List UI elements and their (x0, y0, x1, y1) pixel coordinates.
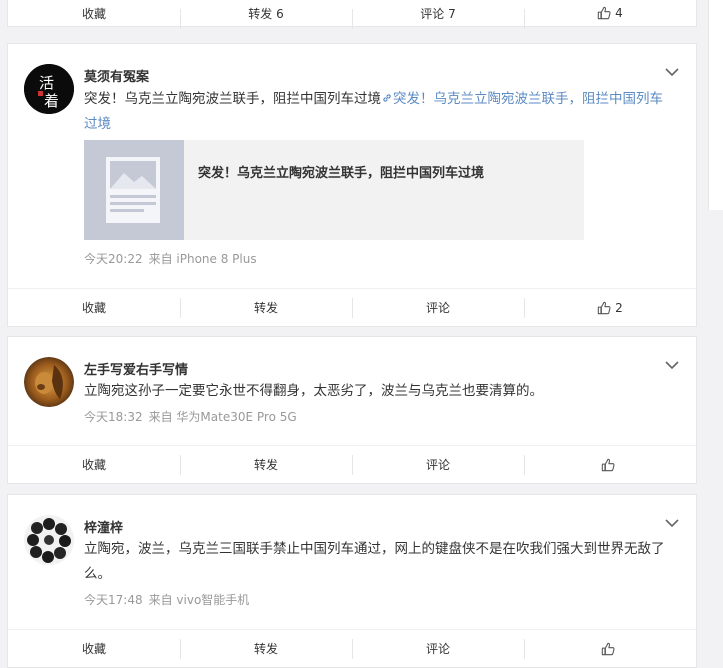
comment-button[interactable]: 评论 (352, 630, 524, 667)
repost-button[interactable]: 转发 (180, 630, 352, 667)
action-bar: 收藏 转发 6 评论 7 4 (8, 0, 696, 29)
avatar-lion-image (24, 357, 74, 407)
document-placeholder-icon (106, 157, 160, 223)
share-card-title: 突发！乌克兰立陶宛波兰联手，阻拦中国列车过境 (198, 166, 485, 181)
post-source: 来自 华为Mate30E Pro 5G (148, 410, 297, 424)
thumbs-up-icon (597, 6, 611, 20)
share-card[interactable]: 突发！乌克兰立陶宛波兰联手，阻拦中国列车过境 (84, 140, 584, 240)
comment-label: 评论 (425, 301, 450, 315)
post-card: 梓潼梓 立陶宛，波兰，乌克兰三国联手禁止中国列车通过，网上的键盘侠不是在吹我们强… (7, 494, 697, 668)
collect-label: 收藏 (81, 642, 106, 656)
like-button[interactable] (524, 446, 696, 483)
avatar-beads-image (24, 515, 74, 565)
collect-label: 收藏 (81, 301, 106, 315)
thumbs-up-icon (597, 301, 611, 314)
comment-label: 评论 7 (420, 6, 456, 21)
post-source: 来自 vivo智能手机 (148, 593, 250, 607)
collect-button[interactable]: 收藏 (8, 446, 180, 483)
comment-button[interactable]: 评论 (352, 289, 524, 326)
post-meta: 今天20:22 来自 iPhone 8 Plus (84, 250, 257, 267)
repost-label: 转发 (253, 642, 278, 656)
action-bar: 收藏 转发 评论 (8, 629, 696, 667)
post-meta: 今天18:32 来自 华为Mate30E Pro 5G (84, 408, 297, 425)
avatar[interactable]: 活 着 (24, 64, 74, 114)
thumbs-up-icon (601, 642, 615, 655)
thumbs-up-icon (601, 458, 615, 471)
post-text-body: 突发！乌克兰立陶宛波兰联手，阻拦中国列车过境 (84, 91, 381, 107)
post-source: 来自 iPhone 8 Plus (148, 252, 257, 266)
like-button[interactable]: 4 (524, 0, 696, 29)
comment-label: 评论 (425, 642, 450, 656)
repost-label: 转发 (253, 458, 278, 472)
like-button[interactable] (524, 630, 696, 667)
author-name[interactable]: 左手写爱右手写情 (84, 359, 188, 378)
like-button[interactable]: 2 (524, 289, 696, 326)
post-text: 立陶宛，波兰，乌克兰三国联手禁止中国列车通过，网上的键盘侠不是在吹我们强大到世界… (84, 541, 665, 582)
repost-label: 转发 6 (248, 6, 284, 21)
avatar[interactable] (24, 515, 74, 565)
post-text: 立陶宛这孙子一定要它永世不得翻身，太恶劣了，波兰与乌克兰也要清算的。 (84, 383, 543, 399)
avatar-glyph: 活 (39, 74, 54, 92)
post-time[interactable]: 今天18:32 (84, 410, 143, 424)
post-time[interactable]: 今天20:22 (84, 252, 143, 266)
post-card: 收藏 转发 6 评论 7 4 (7, 0, 697, 29)
chevron-down-icon[interactable] (664, 517, 680, 529)
author-name[interactable]: 莫须有冤案 (84, 66, 149, 85)
repost-button[interactable]: 转发 (180, 446, 352, 483)
collect-button[interactable]: 收藏 (8, 630, 180, 667)
comment-button[interactable]: 评论 7 (352, 0, 524, 29)
like-count: 4 (615, 6, 623, 20)
post-text: 突发！乌克兰立陶宛波兰联手，阻拦中国列车过境 突发！乌克兰立陶宛波兰联手，阻拦中国… (84, 87, 674, 137)
comment-label: 评论 (425, 458, 450, 472)
avatar[interactable] (24, 357, 74, 407)
collect-label: 收藏 (81, 6, 106, 21)
link-icon (383, 94, 391, 102)
collect-label: 收藏 (81, 458, 106, 472)
action-bar: 收藏 转发 评论 2 (8, 288, 696, 326)
like-count: 2 (615, 300, 623, 315)
repost-label: 转发 (253, 301, 278, 315)
post-card: 活 着 莫须有冤案 突发！乌克兰立陶宛波兰联手，阻拦中国列车过境 突发！乌克兰立陶… (7, 43, 697, 327)
post-time[interactable]: 今天17:48 (84, 593, 143, 607)
article-thumbnail (84, 140, 184, 240)
author-name[interactable]: 梓潼梓 (84, 517, 123, 536)
avatar-calligraphy-image: 活 着 (24, 64, 74, 114)
action-bar: 收藏 转发 评论 (8, 445, 696, 483)
avatar-glyph: 着 (44, 92, 59, 110)
post-card: 左手写爱右手写情 立陶宛这孙子一定要它永世不得翻身，太恶劣了，波兰与乌克兰也要清… (7, 336, 697, 484)
comment-button[interactable]: 评论 (352, 446, 524, 483)
chevron-down-icon[interactable] (664, 66, 680, 78)
post-meta: 今天17:48 来自 vivo智能手机 (84, 591, 249, 608)
chevron-down-icon[interactable] (664, 359, 680, 371)
collect-button[interactable]: 收藏 (8, 289, 180, 326)
collect-button[interactable]: 收藏 (8, 0, 180, 26)
repost-button[interactable]: 转发 (180, 289, 352, 326)
repost-button[interactable]: 转发 6 (180, 0, 352, 29)
side-panel-edge (708, 0, 723, 210)
